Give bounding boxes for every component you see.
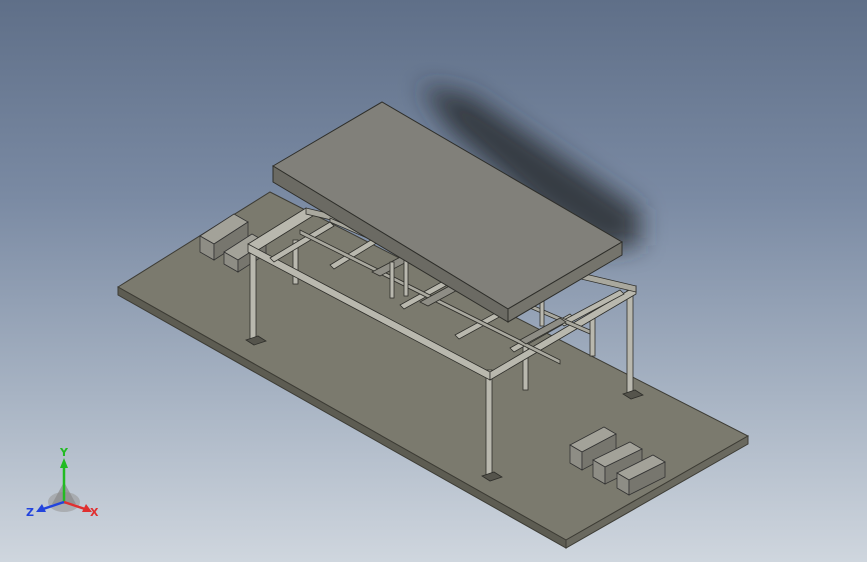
model-viewport[interactable] bbox=[0, 0, 867, 562]
y-arrow-icon bbox=[60, 458, 68, 468]
z-axis-label: Z bbox=[26, 506, 34, 519]
x-axis-label: X bbox=[90, 506, 99, 519]
axis-triad[interactable]: Y X Z bbox=[24, 446, 104, 524]
y-axis-label: Y bbox=[59, 446, 69, 459]
